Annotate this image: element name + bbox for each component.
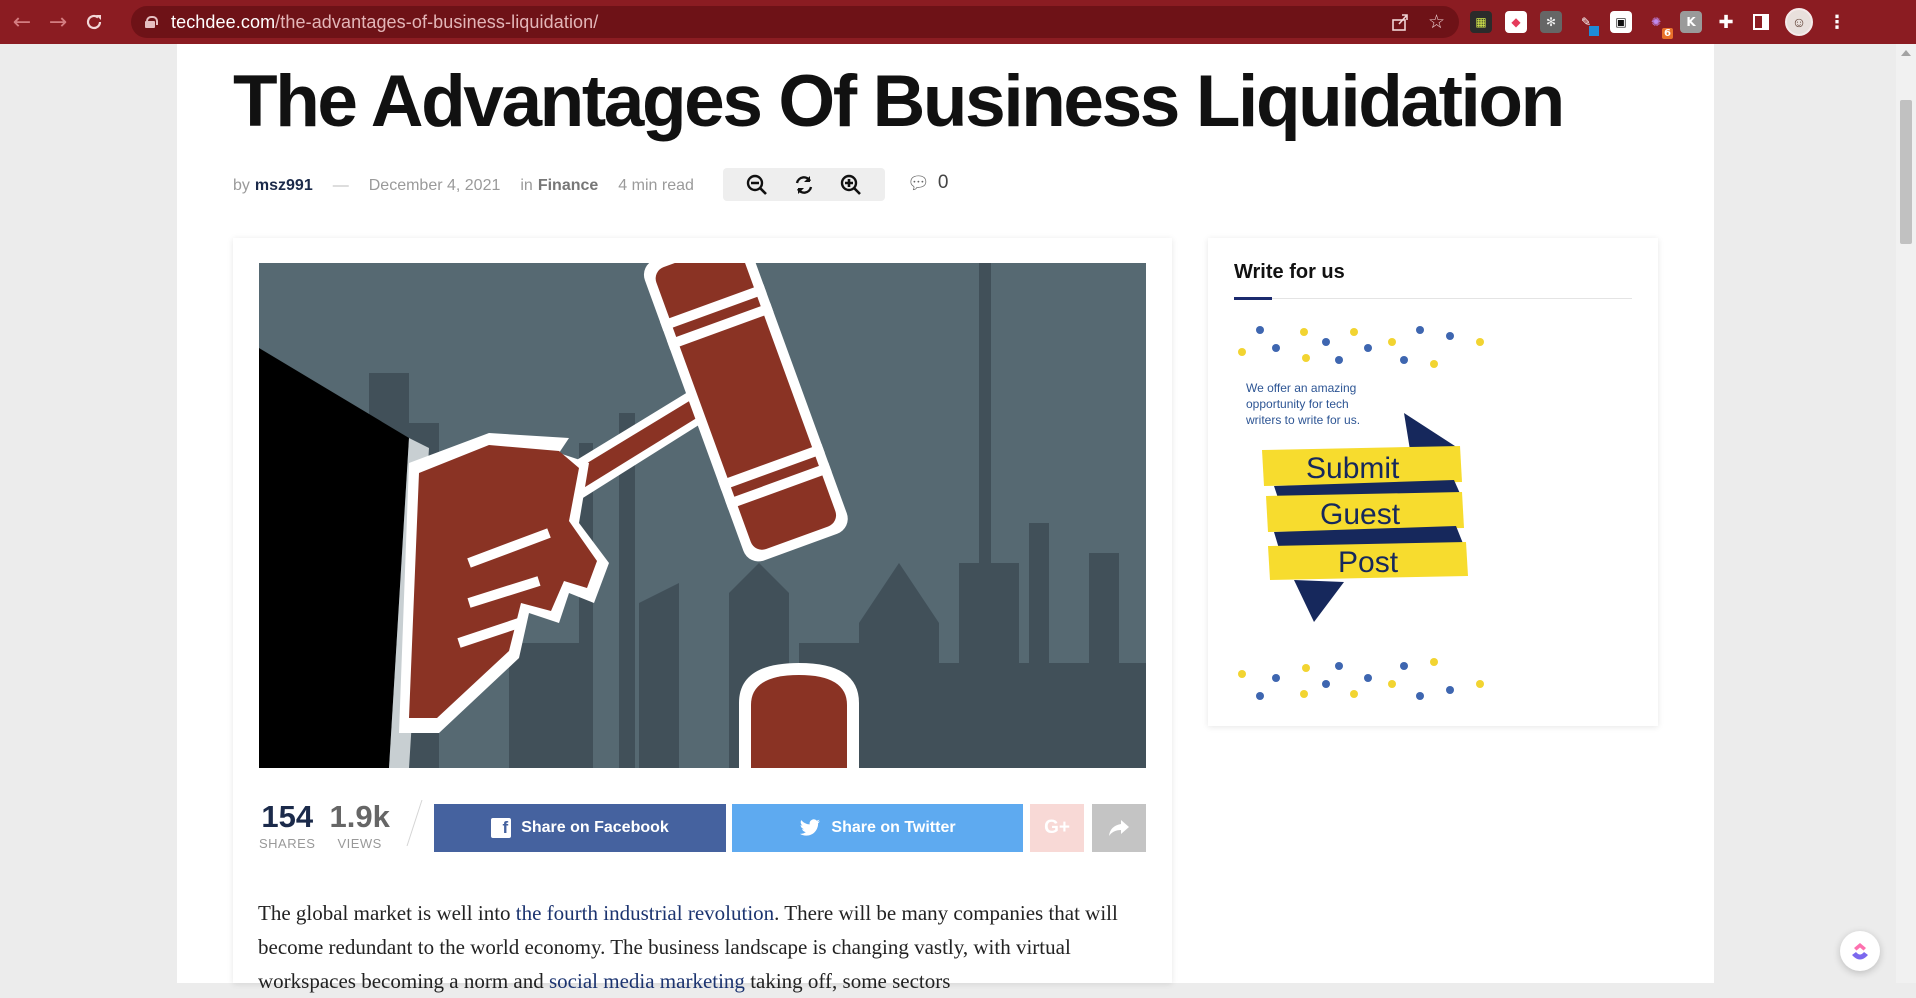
link-fourth-industrial-revolution[interactable]: the fourth industrial revolution bbox=[516, 901, 774, 925]
url-text: techdee.com/the-advantages-of-business-l… bbox=[171, 11, 599, 32]
share-twitter-label: Share on Twitter bbox=[831, 819, 956, 836]
widget-divider bbox=[1234, 298, 1632, 299]
views-label: VIEWS bbox=[337, 836, 382, 851]
extensions-bar: ▦ ◆ ✻ ✎ ▣ ✺ 6 K ✚ ☺ ⋮ bbox=[1470, 6, 1848, 39]
star-icon[interactable]: ☆ bbox=[1428, 11, 1445, 33]
body-text-segment: taking off, some sectors bbox=[744, 969, 951, 993]
address-bar[interactable]: techdee.com/the-advantages-of-business-l… bbox=[131, 6, 1459, 38]
widget-title: Write for us bbox=[1234, 261, 1345, 283]
clickup-icon bbox=[1852, 943, 1868, 960]
browser-toolbar: ← → techdee.com/the-advantages-of-busine… bbox=[0, 0, 1916, 44]
comment-count: 0 bbox=[937, 172, 949, 193]
shares-label: SHARES bbox=[259, 836, 316, 851]
views-stat: 1.9k VIEWS bbox=[329, 799, 390, 852]
publish-date[interactable]: December 4, 2021 bbox=[369, 177, 501, 195]
article-title: The Advantages Of Business Liquidation bbox=[233, 61, 1565, 142]
clickup-widget-button[interactable] bbox=[1840, 931, 1880, 971]
promo-text-line: We offer an amazing bbox=[1246, 381, 1356, 395]
share-facebook-label: Share on Facebook bbox=[521, 819, 669, 836]
forward-button[interactable]: → bbox=[44, 8, 72, 36]
promo-banner-word: Guest bbox=[1320, 498, 1401, 531]
extension-icon[interactable]: ✻ bbox=[1540, 11, 1562, 33]
scrollbar[interactable] bbox=[1896, 44, 1916, 983]
twitter-icon bbox=[800, 819, 821, 836]
by-label: by bbox=[233, 177, 250, 194]
share-icon[interactable] bbox=[1390, 12, 1410, 32]
arrow-left-icon: ← bbox=[12, 9, 32, 35]
share-more-button[interactable] bbox=[1092, 804, 1146, 852]
views-count: 1.9k bbox=[329, 799, 390, 834]
reload-button[interactable] bbox=[80, 8, 108, 36]
extension-icon[interactable]: K bbox=[1680, 11, 1702, 33]
extension-icon[interactable]: ▣ bbox=[1610, 11, 1632, 33]
scroll-thumb[interactable] bbox=[1900, 100, 1912, 244]
zoom-in-icon[interactable] bbox=[840, 174, 862, 196]
meta-separator: — bbox=[332, 177, 349, 194]
scroll-up-arrow[interactable] bbox=[1901, 50, 1911, 56]
author-link[interactable]: msz991 bbox=[255, 177, 313, 195]
share-stats: 154 SHARES 1.9k VIEWS bbox=[259, 799, 423, 852]
extension-icon[interactable]: ✎ bbox=[1575, 11, 1599, 36]
zoom-out-icon[interactable] bbox=[746, 174, 768, 196]
link-social-media-marketing[interactable]: social media marketing bbox=[549, 969, 745, 993]
share-google-plus-button[interactable]: G+ bbox=[1030, 804, 1084, 852]
text-zoom-controls bbox=[723, 168, 885, 201]
google-plus-icon: G+ bbox=[1044, 817, 1070, 838]
facebook-icon: f bbox=[491, 818, 512, 838]
reload-icon bbox=[86, 14, 102, 30]
extension-icon[interactable]: ◆ bbox=[1505, 11, 1527, 33]
shares-stat: 154 SHARES bbox=[259, 799, 316, 852]
promo-banner-word: Submit bbox=[1306, 452, 1400, 485]
promo-text-line: writers to write for us. bbox=[1245, 413, 1360, 427]
share-arrow-icon bbox=[1109, 820, 1129, 836]
puzzle-icon[interactable]: ✚ bbox=[1715, 11, 1737, 33]
profile-avatar[interactable]: ☺ bbox=[1785, 8, 1813, 36]
share-facebook-button[interactable]: f Share on Facebook bbox=[434, 804, 726, 852]
promo-text-line: opportunity for tech bbox=[1246, 397, 1349, 411]
extension-icon[interactable]: ✺ 6 bbox=[1645, 11, 1673, 39]
body-text-segment: The global market is well into bbox=[258, 901, 516, 925]
extension-icon[interactable]: ▦ bbox=[1470, 11, 1492, 33]
category-link[interactable]: Finance bbox=[538, 177, 598, 195]
read-time: 4 min read bbox=[618, 177, 694, 194]
share-twitter-button[interactable]: Share on Twitter bbox=[732, 804, 1023, 852]
promo-banner-word: Post bbox=[1338, 546, 1399, 579]
featured-image bbox=[259, 263, 1146, 768]
comment-icon: 💬︎ bbox=[907, 172, 930, 194]
menu-icon[interactable]: ⋮ bbox=[1826, 11, 1848, 33]
refresh-icon[interactable] bbox=[793, 174, 815, 196]
shares-count: 154 bbox=[261, 799, 314, 834]
side-panel-icon[interactable] bbox=[1750, 11, 1772, 33]
arrow-right-icon: → bbox=[48, 9, 68, 35]
widget-divider-accent bbox=[1234, 297, 1272, 300]
write-for-us-banner[interactable]: We offer an amazing opportunity for tech… bbox=[1234, 320, 1504, 704]
in-label: in bbox=[520, 177, 533, 194]
article-meta: by msz991 — December 4, 2021 in Finance … bbox=[233, 174, 694, 198]
lock-icon bbox=[145, 16, 158, 28]
back-button[interactable]: ← bbox=[8, 8, 36, 36]
comments-link[interactable]: 💬︎ 0 bbox=[907, 172, 948, 194]
